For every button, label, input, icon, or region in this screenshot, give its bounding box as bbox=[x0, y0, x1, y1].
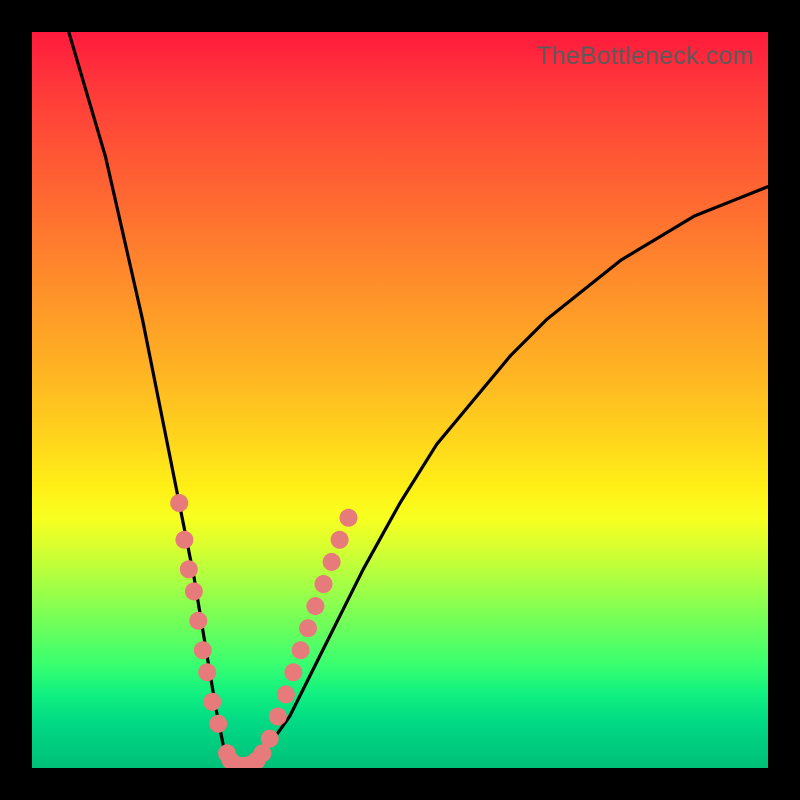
dot-marker bbox=[292, 641, 310, 659]
valley-curve bbox=[69, 32, 768, 768]
dot-marker bbox=[277, 685, 295, 703]
dot-marker bbox=[180, 560, 198, 578]
dot-marker bbox=[315, 575, 333, 593]
chart-svg bbox=[32, 32, 768, 768]
dot-marker bbox=[170, 494, 188, 512]
dot-marker bbox=[194, 641, 212, 659]
dot-marker bbox=[198, 663, 216, 681]
chart-plot-area: TheBottleneck.com bbox=[32, 32, 768, 768]
dot-marker bbox=[189, 612, 207, 630]
dot-marker bbox=[209, 715, 227, 733]
dot-marker bbox=[299, 619, 317, 637]
dot-marker bbox=[261, 730, 279, 748]
dot-marker bbox=[175, 531, 193, 549]
dot-marker bbox=[203, 693, 221, 711]
dot-marker bbox=[284, 663, 302, 681]
dot-marker bbox=[185, 582, 203, 600]
dot-marker bbox=[306, 597, 324, 615]
chart-frame: TheBottleneck.com bbox=[0, 0, 800, 800]
dot-marker bbox=[331, 531, 349, 549]
dot-marker bbox=[323, 553, 341, 571]
dot-marker bbox=[340, 509, 358, 527]
highlighted-dots bbox=[170, 494, 357, 768]
dot-marker bbox=[269, 708, 287, 726]
